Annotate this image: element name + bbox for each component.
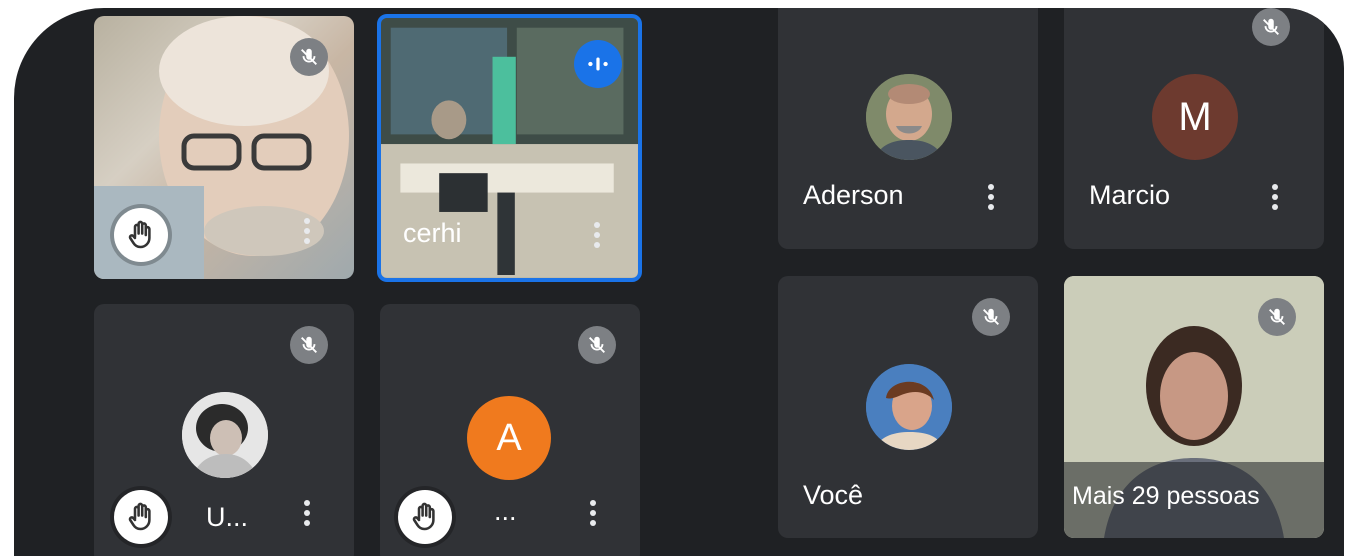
participant-tile[interactable]: M Marcio	[1064, 8, 1324, 249]
mic-off-icon	[972, 298, 1010, 336]
more-options-icon[interactable]	[591, 218, 603, 258]
mic-off-icon	[1252, 8, 1290, 46]
mic-off-icon	[290, 326, 328, 364]
participant-name: Marcio	[1089, 180, 1171, 210]
participant-name: Você	[803, 480, 864, 510]
avatar: M	[1152, 74, 1238, 160]
avatar	[866, 74, 952, 160]
participant-tile[interactable]: U...	[94, 304, 354, 556]
more-participants-tile[interactable]: Mais 29 pessoas	[1064, 276, 1324, 538]
participant-name: U...	[206, 502, 249, 532]
avatar	[866, 364, 952, 450]
participant-name: Aderson	[803, 180, 904, 210]
participant-tile[interactable]: Aderson	[778, 8, 1038, 249]
more-options-icon[interactable]	[985, 180, 997, 220]
participant-grid: cerhi U... A ... Aderson M Marcio Você M…	[14, 8, 1344, 556]
raised-hand-icon	[114, 490, 168, 544]
participant-tile[interactable]: cerhi	[377, 14, 642, 282]
more-options-icon[interactable]	[301, 214, 313, 254]
raised-hand-icon	[398, 490, 452, 544]
participant-name: ...	[494, 496, 517, 526]
meeting-window: cerhi U... A ... Aderson M Marcio Você M…	[0, 0, 1346, 556]
mic-off-icon	[1258, 298, 1296, 336]
avatar	[182, 392, 268, 478]
participant-tile[interactable]: Você	[778, 276, 1038, 538]
participant-tile[interactable]	[94, 16, 354, 279]
more-options-icon[interactable]	[301, 496, 313, 536]
mic-off-icon	[290, 38, 328, 76]
participant-tile[interactable]: A ...	[380, 304, 640, 556]
raised-hand-icon	[114, 208, 168, 262]
more-options-icon[interactable]	[1269, 180, 1281, 220]
more-participants-label: Mais 29 pessoas	[1072, 482, 1260, 510]
mic-off-icon	[578, 326, 616, 364]
more-options-icon[interactable]	[587, 496, 599, 536]
participant-name: cerhi	[403, 218, 462, 248]
speaking-indicator-icon	[574, 40, 622, 88]
avatar: A	[467, 396, 551, 480]
